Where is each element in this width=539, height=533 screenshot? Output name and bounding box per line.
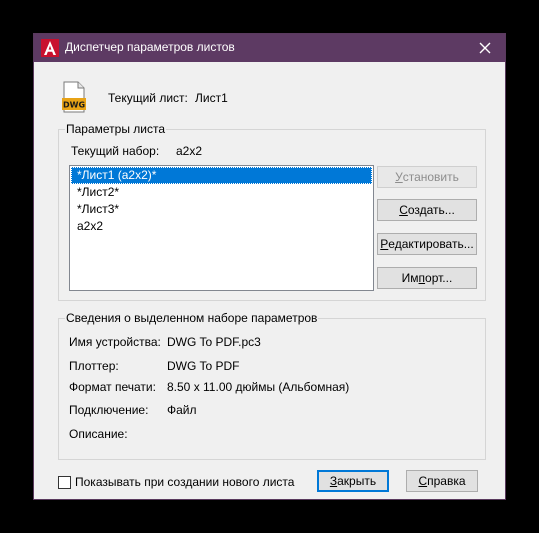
device-name-label: Имя устройства: bbox=[69, 335, 161, 349]
list-item[interactable]: a2x2 bbox=[71, 218, 372, 235]
page-setups-list[interactable]: *Лист1 (a2x2)* *Лист2* *Лист3* a2x2 bbox=[69, 165, 374, 291]
list-item[interactable]: *Лист1 (a2x2)* bbox=[71, 167, 372, 184]
show-on-new-layout-checkbox[interactable] bbox=[58, 476, 71, 489]
modify-button[interactable]: Редактировать... bbox=[377, 233, 477, 255]
where-label: Подключение: bbox=[69, 403, 149, 417]
details-group-title: Сведения о выделенном наборе параметров bbox=[65, 311, 319, 325]
close-button[interactable]: Закрыть bbox=[317, 470, 389, 492]
page-setups-group-title: Параметры листа bbox=[65, 122, 167, 136]
dwg-file-icon: DWG bbox=[62, 81, 86, 113]
plot-size-label: Формат печати: bbox=[69, 380, 156, 394]
close-icon bbox=[479, 42, 491, 54]
set-current-button[interactable]: Установить bbox=[377, 166, 477, 188]
show-on-new-layout-label[interactable]: Показывать при создании нового листа bbox=[75, 475, 294, 489]
close-window-button[interactable] bbox=[465, 34, 505, 62]
import-button[interactable]: Им п орт... bbox=[377, 267, 477, 289]
autocad-logo-icon bbox=[41, 39, 59, 57]
current-layout-label: Текущий лист: bbox=[108, 91, 188, 105]
device-name-value: DWG To PDF.pc3 bbox=[167, 335, 261, 349]
plot-size-value: 8.50 x 11.00 дюймы (Альбомная) bbox=[167, 380, 350, 394]
current-setup-value: a2x2 bbox=[176, 144, 203, 158]
window-title: Диспетчер параметров листов bbox=[65, 40, 235, 54]
plotter-label: Плоттер: bbox=[69, 359, 119, 373]
svg-text:DWG: DWG bbox=[63, 101, 85, 110]
current-layout-value: Лист1 bbox=[195, 91, 228, 105]
title-bar[interactable]: Диспетчер параметров листов bbox=[34, 34, 505, 62]
where-value: Файл bbox=[167, 403, 197, 417]
description-label: Описание: bbox=[69, 427, 128, 441]
current-setup-label: Текущий набор: bbox=[71, 144, 160, 158]
list-item[interactable]: *Лист3* bbox=[71, 201, 372, 218]
list-item[interactable]: *Лист2* bbox=[71, 184, 372, 201]
page-setup-manager-dialog: Диспетчер параметров листов DWG Текущий … bbox=[33, 33, 506, 500]
help-button[interactable]: Справка bbox=[406, 470, 478, 492]
plotter-value: DWG To PDF bbox=[167, 359, 240, 373]
new-button[interactable]: Создать... bbox=[377, 199, 477, 221]
